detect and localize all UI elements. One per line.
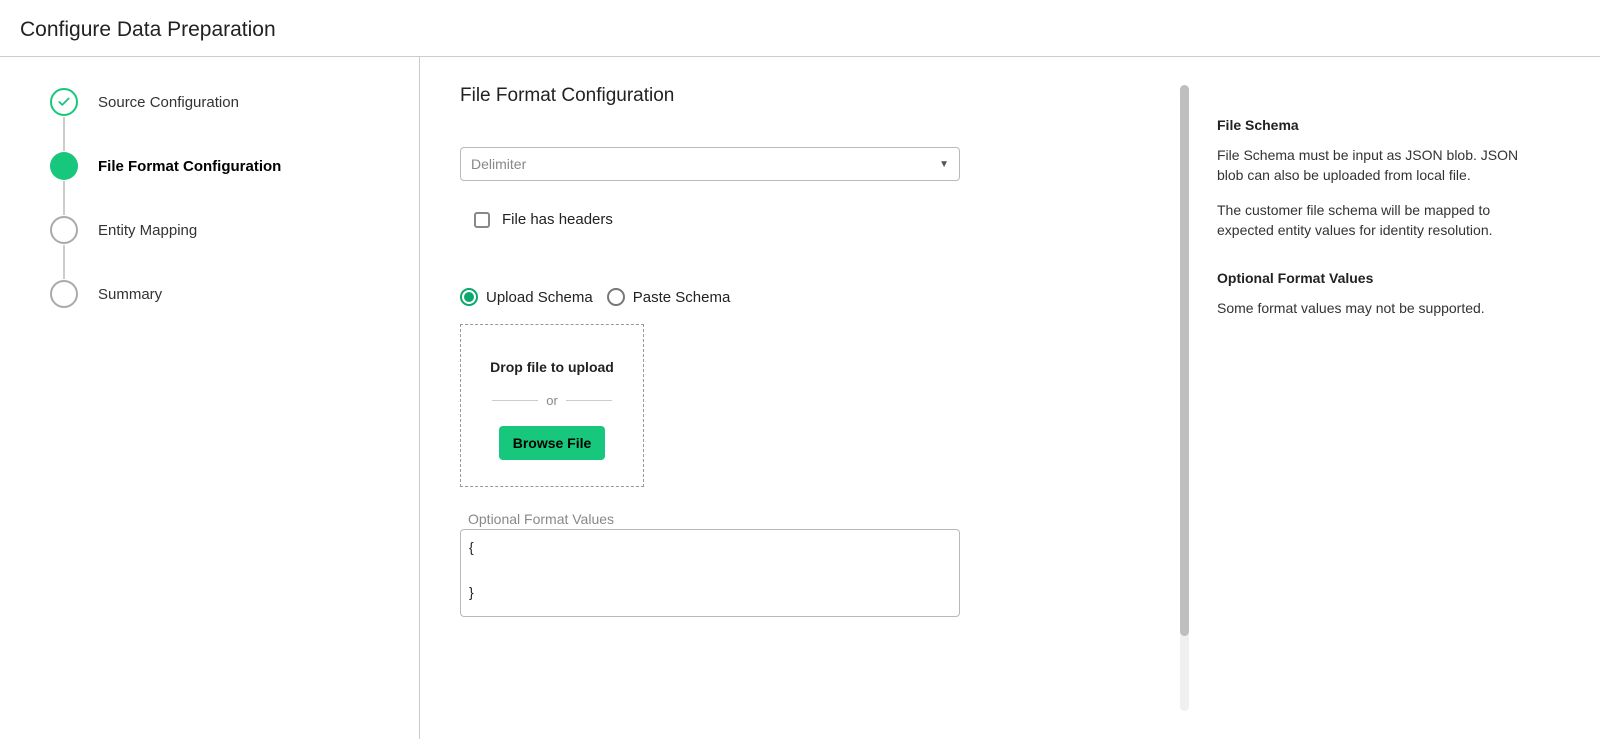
paste-schema-label: Paste Schema xyxy=(633,289,731,306)
caret-down-icon: ▼ xyxy=(939,159,949,170)
info-panel: File Schema File Schema must be input as… xyxy=(1189,57,1565,739)
scrollbar[interactable] xyxy=(1180,85,1189,711)
checkmark-icon xyxy=(50,88,78,116)
file-has-headers-checkbox[interactable] xyxy=(474,212,490,228)
file-has-headers-label: File has headers xyxy=(502,211,613,228)
info-paragraph: The customer file schema will be mapped … xyxy=(1217,200,1537,241)
upload-schema-radio[interactable]: Upload Schema xyxy=(460,288,593,306)
file-dropzone[interactable]: Drop file to upload or Browse File xyxy=(460,324,644,487)
upload-schema-label: Upload Schema xyxy=(486,289,593,306)
info-paragraph: File Schema must be input as JSON blob. … xyxy=(1217,145,1537,186)
info-heading-optional: Optional Format Values xyxy=(1217,270,1537,286)
step-connector xyxy=(63,245,65,279)
form-area: File Format Configuration Delimiter ▼ Fi… xyxy=(420,57,1180,739)
step-entity-mapping[interactable]: Entity Mapping xyxy=(50,215,399,245)
step-label: Source Configuration xyxy=(98,94,239,111)
step-connector xyxy=(63,117,65,151)
step-file-format-configuration[interactable]: File Format Configuration xyxy=(50,151,399,181)
browse-file-button[interactable]: Browse File xyxy=(499,426,606,460)
body: Source Configuration File Format Configu… xyxy=(0,57,1600,739)
scrollbar-thumb[interactable] xyxy=(1180,85,1189,636)
schema-method-radio-row: Upload Schema Paste Schema xyxy=(460,288,1140,306)
page-title: Configure Data Preparation xyxy=(20,18,1580,42)
delimiter-select-wrap: Delimiter ▼ xyxy=(460,147,1140,181)
page-header: Configure Data Preparation xyxy=(0,0,1600,57)
step-summary[interactable]: Summary xyxy=(50,279,399,309)
radio-selected-icon xyxy=(460,288,478,306)
file-has-headers-row: File has headers xyxy=(474,211,1140,228)
radio-unselected-icon xyxy=(607,288,625,306)
or-divider: or xyxy=(471,393,633,408)
form-title: File Format Configuration xyxy=(460,85,1140,107)
step-connector xyxy=(63,181,65,215)
step-label: Entity Mapping xyxy=(98,222,197,239)
optional-format-values-label: Optional Format Values xyxy=(468,511,1140,527)
paste-schema-radio[interactable]: Paste Schema xyxy=(607,288,731,306)
step-source-configuration[interactable]: Source Configuration xyxy=(50,87,399,117)
step-label: File Format Configuration xyxy=(98,158,281,175)
delimiter-placeholder: Delimiter xyxy=(471,156,526,172)
main-content: File Format Configuration Delimiter ▼ Fi… xyxy=(420,57,1600,739)
dropzone-title: Drop file to upload xyxy=(471,359,633,375)
step-label: Summary xyxy=(98,286,162,303)
pending-step-icon xyxy=(50,216,78,244)
info-heading-file-schema: File Schema xyxy=(1217,117,1537,133)
active-step-icon xyxy=(50,152,78,180)
delimiter-select[interactable]: Delimiter ▼ xyxy=(460,147,960,181)
or-text: or xyxy=(546,393,558,408)
steps-sidebar: Source Configuration File Format Configu… xyxy=(0,57,420,739)
pending-step-icon xyxy=(50,280,78,308)
optional-format-values-textarea[interactable] xyxy=(460,529,960,617)
info-paragraph: Some format values may not be supported. xyxy=(1217,298,1537,318)
